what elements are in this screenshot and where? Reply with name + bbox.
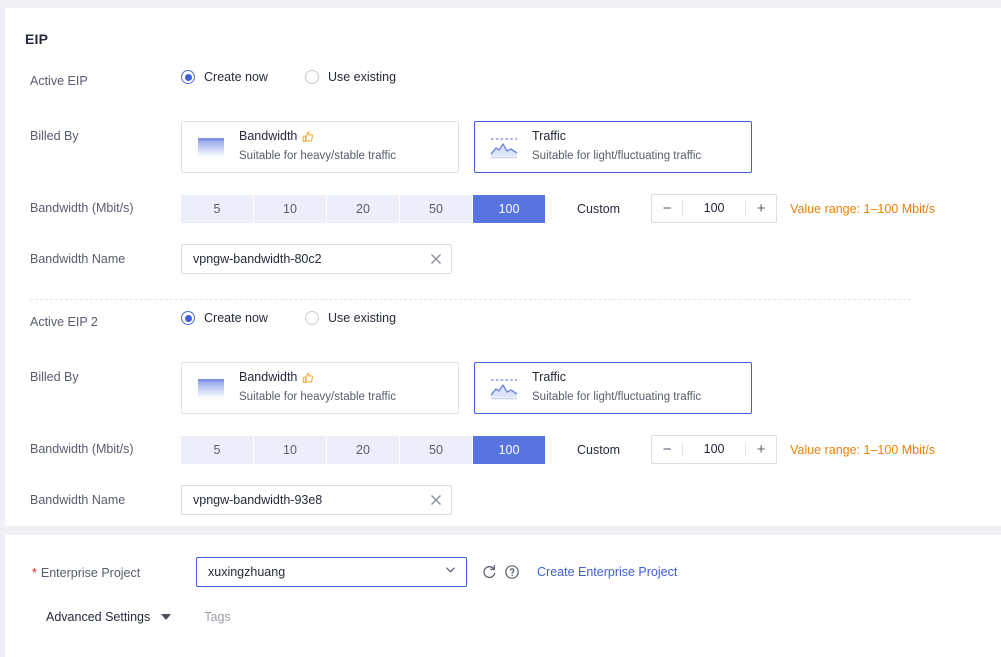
eip-panel: EIP Active EIP Create now Use existing [5, 8, 1001, 526]
bandwidth-name-input-wrapper[interactable] [181, 244, 452, 274]
advanced-settings-toggle[interactable]: Advanced Settings [46, 610, 150, 624]
thumbs-up-icon [302, 372, 314, 384]
bandwidth-2-option-50[interactable]: 50 [400, 436, 472, 464]
chevron-down-icon[interactable] [161, 614, 171, 620]
bandwidth-name-2-input[interactable] [193, 493, 429, 507]
bandwidth-option-20[interactable]: 20 [327, 195, 399, 223]
billing-card-bandwidth[interactable]: Bandwidth Suitable for heavy/stable traf… [181, 121, 459, 173]
active-eip-label: Active EIP [30, 72, 88, 90]
billing-card-group-2: Bandwidth Suitable for heavy/stable traf… [181, 362, 752, 414]
radio-use-existing-2-label: Use existing [328, 311, 396, 325]
billing-card-group: Bandwidth Suitable for heavy/stable traf… [181, 121, 752, 173]
bandwidth-name-2-input-wrapper[interactable] [181, 485, 452, 515]
radio-use-existing[interactable]: Use existing [305, 70, 396, 84]
bandwidth-option-50[interactable]: 50 [400, 195, 472, 223]
stepper-decrement-button[interactable]: − [652, 195, 682, 222]
billing-card-traffic-2[interactable]: Traffic Suitable for light/fluctuating t… [474, 362, 752, 414]
enterprise-project-label-group: * Enterprise Project [32, 564, 140, 582]
bandwidth-label: Bandwidth (Mbit/s) [30, 199, 134, 217]
page-title: EIP [25, 31, 48, 47]
section-divider [30, 299, 911, 300]
bandwidth-2-option-100[interactable]: 100 [473, 436, 545, 464]
billing-card-title: Bandwidth [239, 370, 396, 386]
radio-dot-icon [181, 311, 195, 325]
billing-card-bandwidth-2[interactable]: Bandwidth Suitable for heavy/stable traf… [181, 362, 459, 414]
stepper-2-decrement-button[interactable]: − [652, 436, 682, 463]
bandwidth-option-100[interactable]: 100 [473, 195, 545, 223]
billing-card-subtitle: Suitable for light/fluctuating traffic [532, 150, 701, 162]
stepper-2-value[interactable]: 100 [682, 442, 746, 457]
bandwidth-segment-group: 5 10 20 50 100 [181, 195, 545, 223]
radio-dot-icon [305, 70, 319, 84]
billing-card-subtitle: Suitable for heavy/stable traffic [239, 391, 396, 403]
radio-dot-icon [181, 70, 195, 84]
custom-label: Custom [577, 202, 620, 216]
billing-card-title-text: Bandwidth [239, 129, 297, 145]
stepper-value[interactable]: 100 [682, 201, 746, 216]
bandwidth-2-range-hint: Value range: 1–100 Mbit/s [790, 443, 935, 457]
bandwidth-2-label: Bandwidth (Mbit/s) [30, 440, 134, 458]
bandwidth-segment-group-2: 5 10 20 50 100 [181, 436, 545, 464]
enterprise-project-select[interactable]: xuxingzhuang [196, 557, 467, 587]
stepper-2-increment-button[interactable]: + [746, 436, 776, 463]
bandwidth-2-option-10[interactable]: 10 [254, 436, 326, 464]
bandwidth-option-10[interactable]: 10 [254, 195, 326, 223]
clear-icon[interactable] [429, 493, 443, 507]
refresh-icon[interactable] [481, 564, 497, 580]
enterprise-project-label: Enterprise Project [41, 564, 140, 582]
billed-by-label: Billed By [30, 127, 79, 145]
bandwidth-option-5[interactable]: 5 [181, 195, 253, 223]
traffic-area-chart-icon [487, 373, 521, 403]
bandwidth-gradient-icon [194, 373, 228, 403]
radio-use-existing-label: Use existing [328, 70, 396, 84]
radio-dot-icon [305, 311, 319, 325]
custom-label-2: Custom [577, 443, 620, 457]
radio-create-now-2-label: Create now [204, 311, 268, 325]
tags-label: Tags [204, 610, 230, 624]
required-asterisk: * [32, 564, 37, 582]
billing-card-title: Bandwidth [239, 129, 396, 145]
bandwidth-name-input[interactable] [193, 252, 429, 266]
billed-by-2-label: Billed By [30, 368, 79, 386]
thumbs-up-icon [302, 131, 314, 143]
billing-card-title-text: Traffic [532, 129, 566, 145]
active-eip-2-radio-group: Create now Use existing [181, 311, 396, 325]
bandwidth-name-2-label: Bandwidth Name [30, 491, 125, 509]
bandwidth-stepper-2[interactable]: − 100 + [651, 435, 777, 464]
radio-create-now-label: Create now [204, 70, 268, 84]
eip-configuration-page: EIP Active EIP Create now Use existing [0, 0, 1001, 657]
traffic-area-chart-icon [487, 132, 521, 162]
billing-card-traffic[interactable]: Traffic Suitable for light/fluctuating t… [474, 121, 752, 173]
enterprise-project-panel: * Enterprise Project xuxingzhuang [5, 535, 1001, 657]
question-circle-icon[interactable] [504, 564, 520, 580]
stepper-increment-button[interactable]: + [746, 195, 776, 222]
bandwidth-gradient-icon [194, 132, 228, 162]
radio-create-now[interactable]: Create now [181, 70, 268, 84]
bandwidth-range-hint: Value range: 1–100 Mbit/s [790, 202, 935, 216]
bandwidth-stepper[interactable]: − 100 + [651, 194, 777, 223]
active-eip-2-label: Active EIP 2 [30, 313, 98, 331]
chevron-down-icon [444, 563, 457, 581]
billing-card-title-text: Traffic [532, 370, 566, 386]
clear-icon[interactable] [429, 252, 443, 266]
billing-card-title: Traffic [532, 129, 701, 145]
bandwidth-2-option-20[interactable]: 20 [327, 436, 399, 464]
billing-card-title-text: Bandwidth [239, 370, 297, 386]
bandwidth-2-option-5[interactable]: 5 [181, 436, 253, 464]
active-eip-radio-group: Create now Use existing [181, 70, 396, 84]
bandwidth-name-label: Bandwidth Name [30, 250, 125, 268]
billing-card-subtitle: Suitable for light/fluctuating traffic [532, 391, 701, 403]
radio-create-now-2[interactable]: Create now [181, 311, 268, 325]
radio-use-existing-2[interactable]: Use existing [305, 311, 396, 325]
billing-card-subtitle: Suitable for heavy/stable traffic [239, 150, 396, 162]
billing-card-title: Traffic [532, 370, 701, 386]
enterprise-project-selected-value: xuxingzhuang [208, 565, 444, 579]
create-enterprise-project-link[interactable]: Create Enterprise Project [537, 565, 677, 579]
